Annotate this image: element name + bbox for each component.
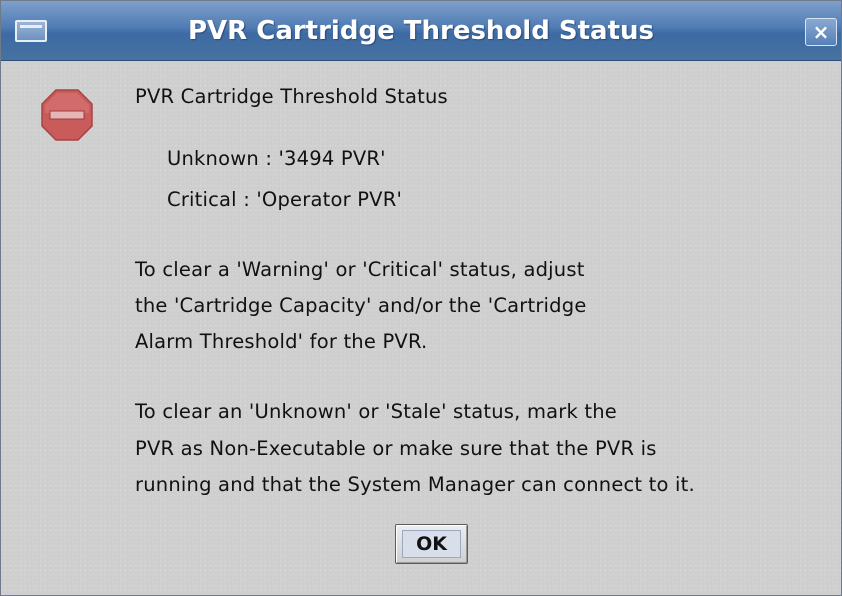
title-bar[interactable]: PVR Cartridge Threshold Status ×	[1, 1, 841, 61]
paragraph2-line1: To clear an 'Unknown' or 'Stale' status,…	[135, 400, 617, 423]
paragraph2-line3: running and that the System Manager can …	[135, 473, 695, 496]
stop-icon	[41, 89, 93, 141]
window-title: PVR Cartridge Threshold Status	[187, 16, 654, 46]
message-heading: PVR Cartridge Threshold Status	[135, 85, 448, 108]
paragraph1-line1: To clear a 'Warning' or 'Critical' statu…	[135, 258, 585, 281]
ok-button[interactable]: OK	[395, 524, 468, 564]
dialog-content	[1, 62, 841, 595]
paragraph1-line2: the 'Cartridge Capacity' and/or the 'Car…	[135, 294, 587, 317]
window-menu-icon[interactable]	[15, 20, 47, 42]
status-line-unknown: Unknown : '3494 PVR'	[167, 147, 386, 170]
status-line-critical: Critical : 'Operator PVR'	[167, 188, 403, 211]
paragraph1-line3: Alarm Threshold' for the PVR.	[135, 330, 428, 353]
paragraph2-line2: PVR as Non-Executable or make sure that …	[135, 437, 657, 460]
dialog-window: PVR Cartridge Threshold Status × PVR Car…	[0, 0, 842, 596]
ok-button-label: OK	[402, 530, 461, 558]
close-button[interactable]: ×	[805, 18, 837, 46]
